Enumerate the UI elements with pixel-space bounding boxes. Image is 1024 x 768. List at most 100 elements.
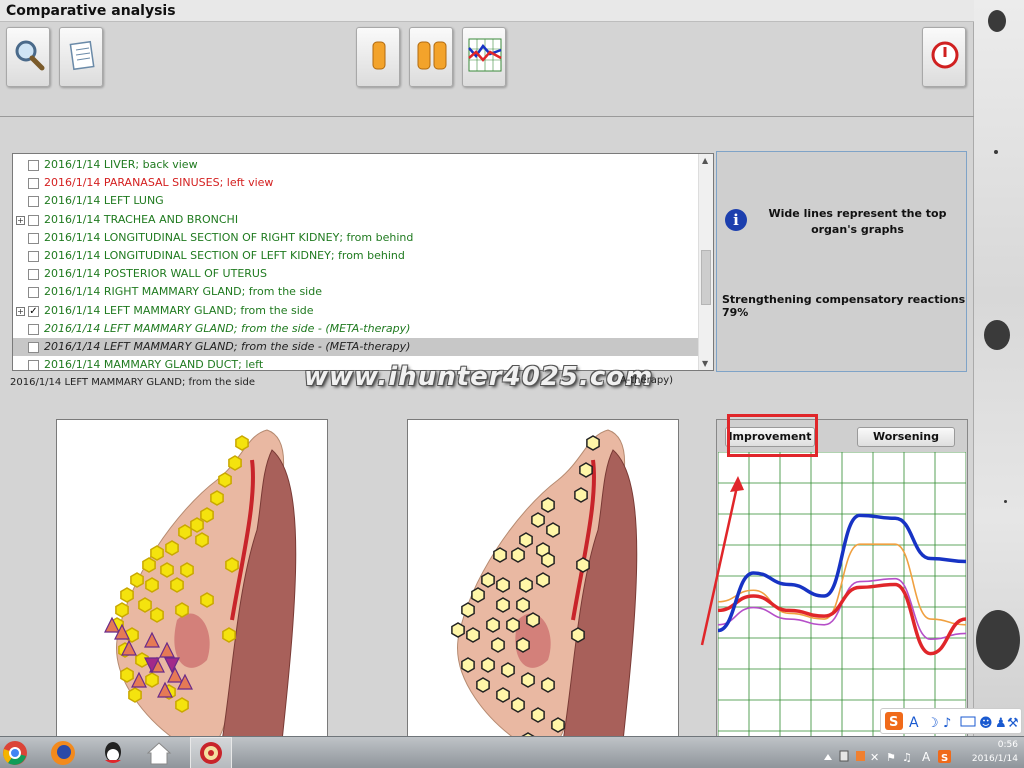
chrome-icon[interactable] bbox=[2, 740, 28, 766]
search-button[interactable] bbox=[6, 27, 50, 87]
record-checkbox[interactable] bbox=[28, 360, 39, 370]
marker-hexagon bbox=[145, 672, 159, 688]
record-checkbox[interactable] bbox=[28, 323, 39, 335]
scroll-down-icon[interactable]: ▼ bbox=[702, 359, 708, 368]
record-row[interactable]: 2016/1/14 LEFT LUNG bbox=[13, 192, 699, 210]
record-row[interactable]: 2016/1/14 LONGITUDINAL SECTION OF RIGHT … bbox=[13, 229, 699, 247]
marker-hexagon bbox=[496, 687, 510, 703]
watermark-tail-text: A-therapy) bbox=[620, 375, 674, 386]
record-row[interactable]: + ✓ 2016/1/14 LEFT MAMMARY GLAND; from the… bbox=[13, 302, 699, 320]
record-checkbox[interactable] bbox=[28, 214, 39, 226]
marker-hexagon bbox=[551, 717, 565, 733]
clock-date: 2016/1/14 bbox=[971, 754, 1018, 764]
toolbar-divider bbox=[0, 116, 974, 117]
graph-view-button[interactable] bbox=[462, 27, 506, 87]
record-label: 2016/1/14 RIGHT MAMMARY GLAND; from the … bbox=[44, 285, 322, 299]
marker-hexagon bbox=[576, 557, 590, 573]
exit-button[interactable] bbox=[922, 27, 966, 87]
marker-hexagon bbox=[120, 587, 134, 603]
magnifier-icon bbox=[15, 40, 45, 71]
svg-text:⚑: ⚑ bbox=[886, 751, 896, 764]
marker-hexagon bbox=[501, 662, 515, 678]
double-view-button[interactable] bbox=[409, 27, 453, 87]
marker-hexagon bbox=[145, 577, 159, 593]
annotation-arrow bbox=[700, 476, 744, 646]
record-checkbox[interactable] bbox=[28, 160, 39, 171]
marker-hexagon bbox=[531, 512, 545, 528]
record-checkbox[interactable] bbox=[28, 342, 39, 353]
record-checkbox[interactable] bbox=[28, 232, 39, 244]
record-checkbox[interactable] bbox=[28, 178, 39, 190]
marker-hexagon bbox=[586, 435, 600, 451]
svg-text:S: S bbox=[941, 753, 948, 764]
record-list[interactable]: 2016/1/14 MAMMARY GLAND DUCT; left 2016/1… bbox=[12, 153, 714, 371]
record-row[interactable]: 2016/1/14 PARANASAL SINUSES; left view bbox=[13, 174, 699, 192]
mammary-gland-diagram-after bbox=[451, 429, 638, 739]
marker-hexagon bbox=[516, 637, 530, 653]
scroll-thumb[interactable] bbox=[701, 250, 711, 305]
notepad-icon bbox=[69, 40, 95, 71]
record-row[interactable]: 2016/1/14 LEFT MAMMARY GLAND; from the s… bbox=[13, 320, 699, 338]
clock-time: 0:56 bbox=[997, 740, 1018, 750]
ime-toolbar[interactable]: S A ☽ ♪ ☻ ♟ ⚒ bbox=[880, 708, 1022, 734]
svg-text:S: S bbox=[889, 715, 898, 730]
marker-hexagon bbox=[481, 572, 495, 588]
svg-text:☽: ☽ bbox=[927, 716, 939, 731]
taskbar-clock[interactable]: 0:56 2016/1/14 bbox=[966, 738, 1018, 766]
marker-hexagon bbox=[195, 532, 209, 548]
record-checkbox[interactable] bbox=[28, 287, 39, 299]
qq-icon[interactable] bbox=[100, 740, 126, 766]
record-row[interactable]: 2016/1/14 LONGITUDINAL SECTION OF LEFT K… bbox=[13, 247, 699, 265]
svg-text:A: A bbox=[909, 715, 919, 731]
marker-hexagon bbox=[521, 672, 535, 688]
worsening-tab[interactable]: Worsening bbox=[857, 427, 955, 447]
single-view-button[interactable] bbox=[356, 27, 400, 87]
marker-hexagon bbox=[471, 587, 485, 603]
marker-hexagon bbox=[574, 487, 588, 503]
marker-hexagon bbox=[150, 545, 164, 561]
marker-hexagon bbox=[235, 435, 249, 451]
marker-hexagon bbox=[511, 697, 525, 713]
highlight-annotation-box bbox=[727, 414, 818, 457]
marker-hexagon bbox=[546, 522, 560, 538]
marker-hexagon bbox=[466, 627, 480, 643]
record-row[interactable]: 2016/1/14 POSTERIOR WALL OF UTERUS bbox=[13, 265, 699, 283]
marker-hexagon bbox=[519, 577, 533, 593]
marker-hexagon bbox=[175, 602, 189, 618]
record-list-scrollbar[interactable]: ▲ ▼ bbox=[698, 154, 713, 370]
record-checkbox[interactable] bbox=[28, 269, 39, 281]
record-checkbox[interactable]: ✓ bbox=[28, 305, 39, 317]
record-row[interactable]: +2016/1/14 TRACHEA AND BRONCHI bbox=[13, 211, 699, 229]
record-row[interactable]: 2016/1/14 RIGHT MAMMARY GLAND; from the … bbox=[13, 283, 699, 301]
home-icon[interactable] bbox=[146, 740, 172, 766]
marker-hexagon bbox=[496, 577, 510, 593]
record-label: 2016/1/14 LONGITUDINAL SECTION OF LEFT K… bbox=[44, 249, 405, 262]
marker-hexagon bbox=[190, 517, 204, 533]
marker-hexagon bbox=[170, 577, 184, 593]
expand-icon[interactable]: + bbox=[16, 306, 25, 316]
record-row[interactable]: 2016/1/14 LIVER; back view bbox=[13, 156, 699, 174]
record-label: 2016/1/14 LEFT LUNG bbox=[44, 194, 164, 208]
expand-icon[interactable]: + bbox=[16, 215, 25, 225]
record-row[interactable]: 2016/1/14 LEFT MAMMARY GLAND; from the s… bbox=[13, 338, 699, 356]
marker-hexagon bbox=[222, 627, 236, 643]
notes-button[interactable] bbox=[59, 27, 103, 87]
marker-hexagon bbox=[150, 607, 164, 623]
record-checkbox[interactable] bbox=[28, 196, 39, 208]
mammary-gland-diagram-before bbox=[104, 429, 297, 739]
marker-hexagon bbox=[180, 562, 194, 578]
app-target-icon[interactable] bbox=[198, 740, 224, 766]
marker-hexagon bbox=[175, 697, 189, 713]
marker-hexagon bbox=[519, 532, 533, 548]
record-checkbox[interactable] bbox=[28, 251, 39, 262]
marker-hexagon bbox=[496, 597, 510, 613]
marker-hexagon bbox=[461, 602, 475, 618]
system-tray[interactable]: ✕ ⚑ ♫ A S bbox=[820, 748, 960, 764]
svg-text:♫: ♫ bbox=[902, 751, 912, 764]
marker-hexagon bbox=[481, 657, 495, 673]
record-label: 2016/1/14 LEFT MAMMARY GLAND; from the s… bbox=[44, 303, 314, 317]
firefox-icon[interactable] bbox=[50, 740, 76, 766]
scroll-up-icon[interactable]: ▲ bbox=[702, 156, 708, 165]
marker-hexagon bbox=[571, 627, 585, 643]
svg-text:♪: ♪ bbox=[943, 716, 951, 731]
